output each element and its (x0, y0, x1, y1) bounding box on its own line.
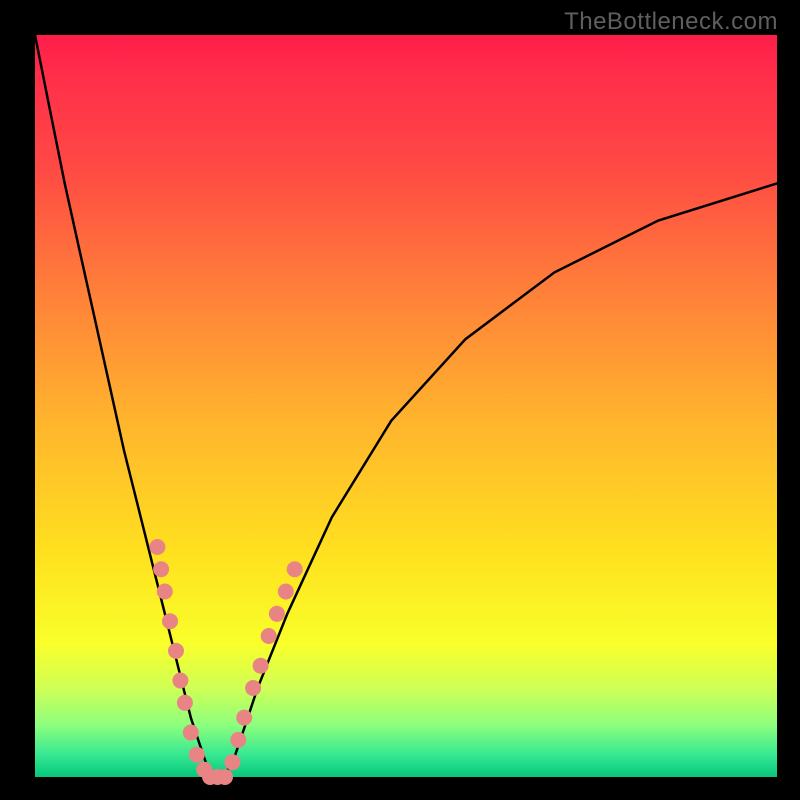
curve-layer (35, 35, 777, 777)
highlight-dot (261, 628, 277, 644)
plot-area (35, 35, 777, 777)
highlight-dot (189, 747, 205, 763)
highlight-dot (253, 658, 269, 674)
chart-frame: TheBottleneck.com (0, 0, 800, 800)
bottleneck-curve (35, 35, 777, 777)
highlight-dot (153, 561, 169, 577)
highlight-dot (157, 584, 173, 600)
highlight-dot (224, 754, 240, 770)
highlight-dot (177, 695, 193, 711)
highlight-dot (245, 680, 261, 696)
highlight-dot (162, 613, 178, 629)
highlight-dot (278, 584, 294, 600)
highlight-dot (269, 606, 285, 622)
highlight-dot (287, 561, 303, 577)
highlight-dot (149, 539, 165, 555)
highlight-dot (236, 710, 252, 726)
highlight-dots (149, 539, 302, 785)
watermark-text: TheBottleneck.com (564, 8, 778, 36)
highlight-dot (217, 769, 233, 785)
highlight-dot (183, 725, 199, 741)
highlight-dot (172, 673, 188, 689)
highlight-dot (230, 732, 246, 748)
highlight-dot (168, 643, 184, 659)
